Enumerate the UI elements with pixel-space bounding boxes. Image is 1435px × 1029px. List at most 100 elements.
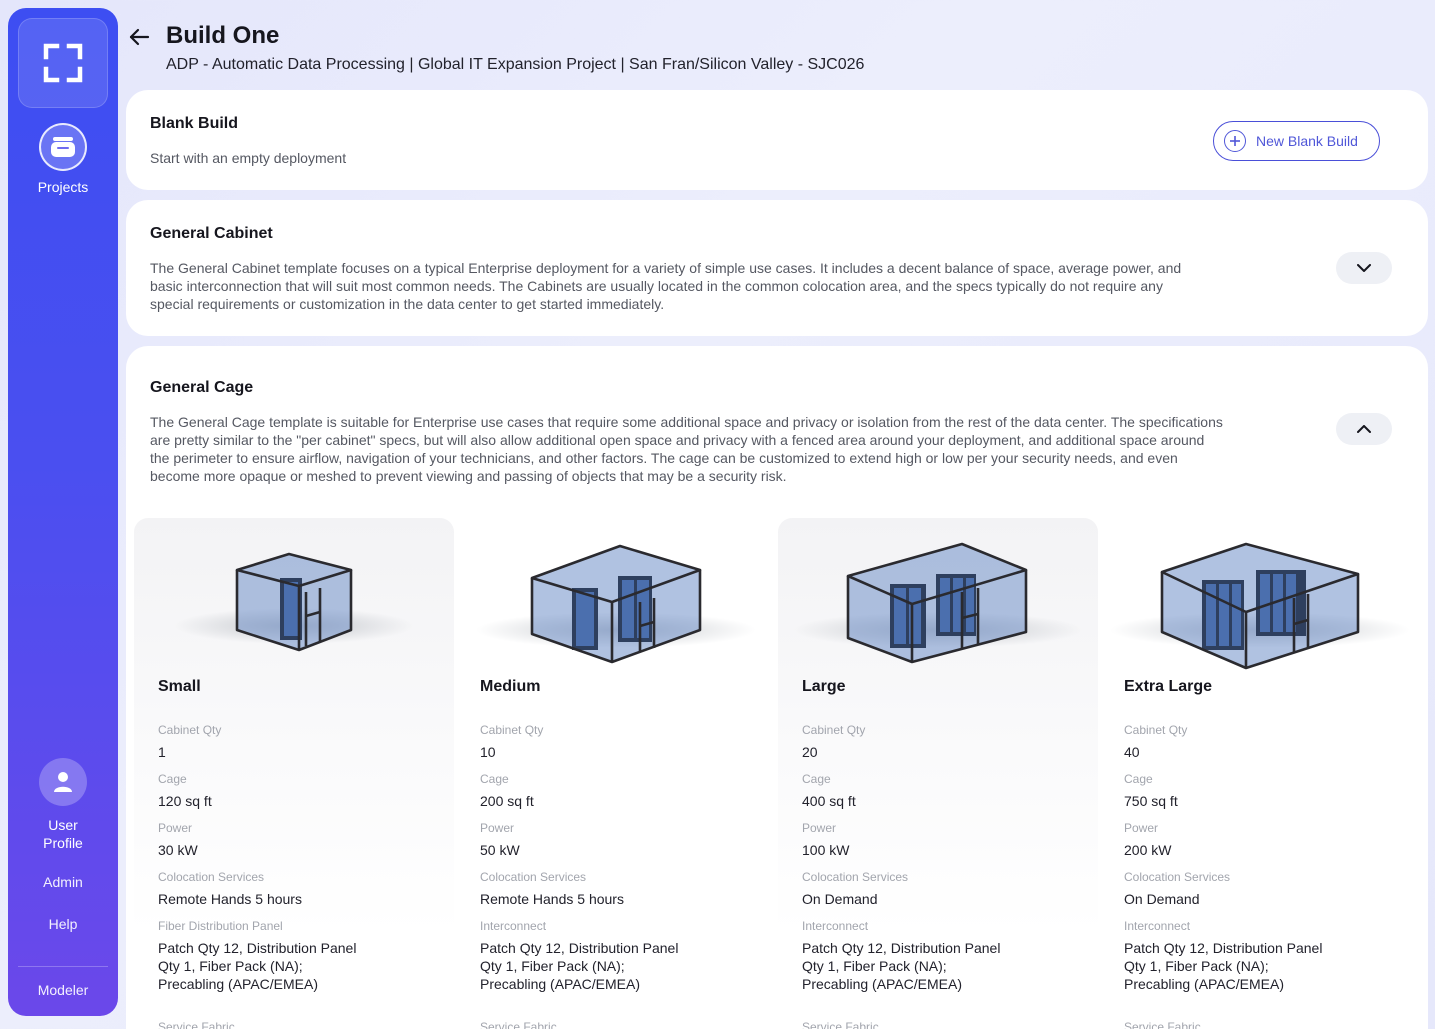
cage-large-illustration xyxy=(793,542,1083,664)
spec-value: Patch Qty 12, Distribution Panel Qty 1, … xyxy=(802,940,1001,992)
spec-label: Service Fabric xyxy=(802,1020,879,1029)
new-blank-build-button[interactable]: New Blank Build xyxy=(1213,121,1380,161)
spec-interconnect: Interconnect Patch Qty 12, Distribution … xyxy=(802,919,1002,993)
cage-size-name: Large xyxy=(802,678,846,695)
spec-label: Interconnect xyxy=(480,919,547,933)
spec-service-fabric: Service Fabric xyxy=(480,1020,760,1029)
cage-size-option-extra-large[interactable]: Extra Large Cabinet Qty 40 Cage 750 sq f… xyxy=(1100,518,1420,1029)
card-description: The General Cage template is suitable fo… xyxy=(150,414,1223,484)
spec-label: Interconnect xyxy=(802,919,869,933)
spec-label: Power xyxy=(802,821,837,835)
spec-value: On Demand xyxy=(802,891,878,907)
spec-label: Colocation Services xyxy=(1124,870,1231,884)
sidebar-item-modeler[interactable]: Modeler xyxy=(8,982,118,998)
sidebar-item-admin[interactable]: Admin xyxy=(8,874,118,890)
spec-label: Service Fabric xyxy=(480,1020,557,1029)
sidebar-item-user-profile[interactable]: User Profile xyxy=(8,758,118,852)
spec-value: 100 kW xyxy=(802,842,850,858)
spec-value: 40 xyxy=(1124,744,1140,760)
chevron-down-icon xyxy=(1357,264,1371,272)
card-description: Start with an empty deployment xyxy=(150,150,347,166)
general-cabinet-card: General Cabinet The General Cabinet temp… xyxy=(126,200,1428,336)
spec-label: Cage xyxy=(802,772,831,786)
spec-label: Fiber Distribution Panel xyxy=(158,919,283,933)
spec-cabinet-qty: Cabinet Qty 40 xyxy=(1124,723,1404,761)
collapse-general-cage-button[interactable] xyxy=(1336,413,1392,445)
spec-interconnect: Interconnect Patch Qty 12, Distribution … xyxy=(1124,919,1324,993)
expand-general-cabinet-button[interactable] xyxy=(1336,252,1392,284)
sidebar: Projects User Profile Admin Help Modeler xyxy=(8,8,118,1016)
button-label: New Blank Build xyxy=(1256,133,1358,149)
cage-size-option-medium[interactable]: Medium Cabinet Qty 10 Cage 200 sq ft Pow… xyxy=(456,518,776,1029)
card-title: General Cage xyxy=(150,379,254,396)
spec-value: 200 sq ft xyxy=(480,793,534,809)
spec-cage: Cage 120 sq ft xyxy=(158,772,438,810)
user-icon xyxy=(54,772,72,792)
frame-corners-icon xyxy=(43,43,83,83)
spec-colocation-services: Colocation Services Remote Hands 5 hours xyxy=(158,870,438,908)
sidebar-item-help[interactable]: Help xyxy=(8,916,118,932)
spec-power: Power 100 kW xyxy=(802,821,1082,859)
sidebar-item-projects[interactable]: Projects xyxy=(8,123,118,195)
general-cage-card: General Cage The General Cage template i… xyxy=(126,346,1428,1029)
spec-service-fabric: Service Fabric xyxy=(802,1020,1082,1029)
projects-nav-button[interactable] xyxy=(39,123,87,171)
spec-value: 50 kW xyxy=(480,842,520,858)
spec-value: 20 xyxy=(802,744,818,760)
spec-value: Patch Qty 12, Distribution Panel Qty 1, … xyxy=(480,940,679,992)
app-logo[interactable] xyxy=(18,18,108,108)
spec-label: Colocation Services xyxy=(158,870,265,884)
cage-medium-illustration xyxy=(476,544,756,664)
spec-fiber-distribution-panel: Fiber Distribution Panel Patch Qty 12, D… xyxy=(158,919,358,993)
spec-cage: Cage 400 sq ft xyxy=(802,772,1082,810)
cage-extra-large-illustration xyxy=(1110,542,1410,670)
sidebar-divider xyxy=(18,966,108,967)
spec-value: 30 kW xyxy=(158,842,198,858)
spec-value: 10 xyxy=(480,744,496,760)
spec-value: 120 sq ft xyxy=(158,793,212,809)
spec-service-fabric: Service Fabric xyxy=(1124,1020,1404,1029)
spec-label: Interconnect xyxy=(1124,919,1191,933)
spec-label: Power xyxy=(480,821,515,835)
cage-size-name: Medium xyxy=(480,678,541,695)
spec-label: Cabinet Qty xyxy=(158,723,222,737)
page-title: Build One xyxy=(166,22,280,49)
arrow-left-icon[interactable] xyxy=(128,26,150,48)
blank-build-card: Blank Build Start with an empty deployme… xyxy=(126,90,1428,190)
spec-value: On Demand xyxy=(1124,891,1200,907)
cage-size-option-large[interactable]: Large Cabinet Qty 20 Cage 400 sq ft Powe… xyxy=(778,518,1098,1029)
spec-colocation-services: Colocation Services Remote Hands 5 hours xyxy=(480,870,760,908)
spec-value: 200 kW xyxy=(1124,842,1172,858)
spec-cabinet-qty: Cabinet Qty 10 xyxy=(480,723,760,761)
spec-label: Power xyxy=(1124,821,1159,835)
spec-cabinet-qty: Cabinet Qty 20 xyxy=(802,723,1082,761)
spec-value: 750 sq ft xyxy=(1124,793,1178,809)
user-avatar[interactable] xyxy=(39,758,87,806)
plus-circle-icon xyxy=(1224,130,1246,152)
spec-cage: Cage 750 sq ft xyxy=(1124,772,1404,810)
sidebar-item-label: User Profile xyxy=(43,817,83,851)
spec-value: Patch Qty 12, Distribution Panel Qty 1, … xyxy=(1124,940,1323,992)
breadcrumb: ADP - Automatic Data Processing | Global… xyxy=(166,56,865,73)
spec-label: Cage xyxy=(158,772,187,786)
spec-power: Power 200 kW xyxy=(1124,821,1404,859)
spec-label: Cage xyxy=(1124,772,1153,786)
spec-power: Power 30 kW xyxy=(158,821,438,859)
cage-size-name: Extra Large xyxy=(1124,678,1213,695)
cage-size-option-small[interactable]: Small Cabinet Qty 1 Cage 120 sq ft Power… xyxy=(134,518,454,1029)
spec-label: Cabinet Qty xyxy=(480,723,544,737)
spec-colocation-services: Colocation Services On Demand xyxy=(1124,870,1404,908)
spec-value: Remote Hands 5 hours xyxy=(480,891,624,907)
card-title: Blank Build xyxy=(150,115,239,132)
cage-small-illustration xyxy=(174,552,414,652)
sidebar-item-label: Projects xyxy=(37,179,89,195)
cage-size-name: Small xyxy=(158,678,201,695)
card-title: General Cabinet xyxy=(150,225,273,242)
stack-icon xyxy=(51,137,75,157)
spec-value: Remote Hands 5 hours xyxy=(158,891,302,907)
spec-cabinet-qty: Cabinet Qty 1 xyxy=(158,723,438,761)
spec-interconnect: Interconnect Patch Qty 12, Distribution … xyxy=(480,919,680,993)
spec-label: Colocation Services xyxy=(802,870,909,884)
spec-colocation-services: Colocation Services On Demand xyxy=(802,870,1082,908)
chevron-up-icon xyxy=(1357,425,1371,433)
